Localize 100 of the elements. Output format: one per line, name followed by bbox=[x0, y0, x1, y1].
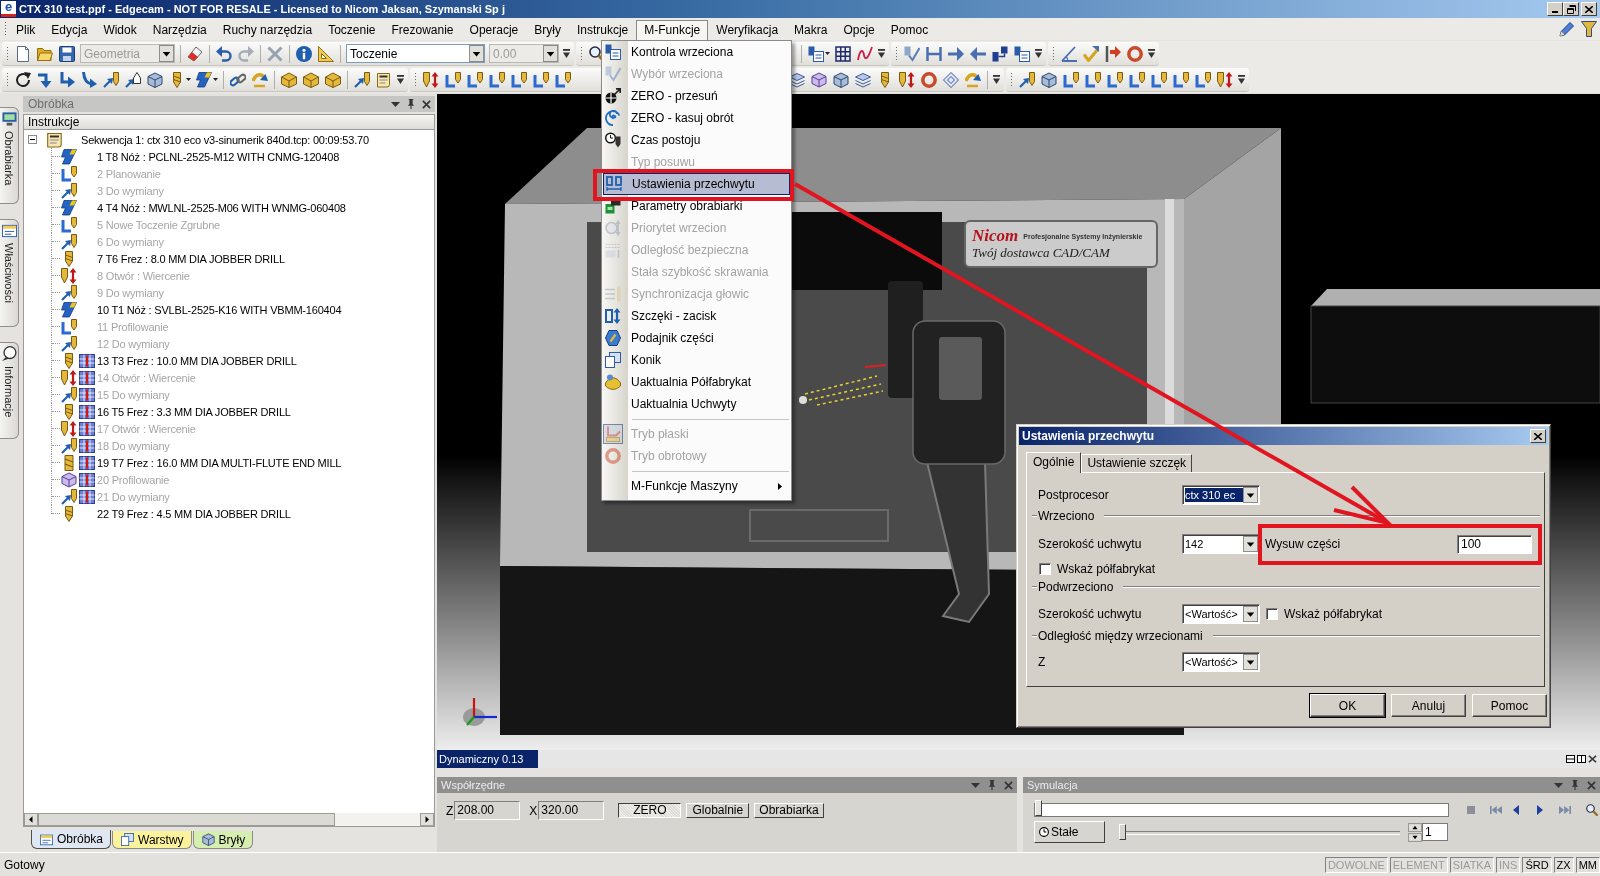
drill-arrow-icon[interactable] bbox=[354, 71, 370, 88]
house-arrow-icon[interactable] bbox=[125, 71, 141, 88]
panel-tab[interactable]: Bryły bbox=[192, 831, 254, 849]
tree-item[interactable]: 16 T5 Frez : 3.3 MM DIA JOBBER DRILL bbox=[97, 405, 291, 418]
checkbox-label[interactable]: Wskaż półfabrykat bbox=[1284, 607, 1383, 621]
pin-icon[interactable] bbox=[1571, 780, 1579, 790]
drill-arrow-icon[interactable] bbox=[103, 71, 119, 88]
layers-icon[interactable] bbox=[855, 71, 871, 88]
tree-item[interactable]: 7 T6 Frez : 8.0 MM DIA JOBBER DRILL bbox=[97, 252, 285, 265]
check-icon[interactable] bbox=[1083, 45, 1099, 62]
chevron-icon[interactable] bbox=[563, 49, 570, 58]
toggle-button[interactable]: Obrabiarka bbox=[754, 803, 824, 818]
dropdown[interactable]: ctx 310 ec bbox=[1182, 485, 1260, 505]
link-icon[interactable] bbox=[230, 71, 246, 88]
coordinate-field[interactable]: 320.00 bbox=[538, 801, 605, 820]
menu-item[interactable]: Czas postoju bbox=[603, 129, 790, 151]
previous-icon[interactable] bbox=[1513, 805, 1519, 815]
tool-path-icon[interactable] bbox=[555, 71, 571, 88]
panel-tab[interactable]: Obróbka bbox=[31, 830, 112, 849]
dropdown[interactable]: <Wartość> bbox=[1182, 652, 1260, 672]
menu-item[interactable]: Parametry obrabiarki bbox=[603, 195, 790, 217]
menu-item[interactable]: Uaktualnia Uchwyty bbox=[603, 393, 790, 415]
tab[interactable]: Ustawienie szczęk bbox=[1081, 454, 1193, 472]
document-icon[interactable] bbox=[15, 45, 31, 62]
slider-thumb[interactable] bbox=[1119, 824, 1126, 840]
chevron-icon[interactable] bbox=[878, 49, 885, 58]
tile-horizontal-icon[interactable] bbox=[1566, 755, 1575, 763]
tree-item[interactable]: Sekwencja 1: ctx 310 eco v3-sinumerik 840d.tcp: 00:09:53.70 bbox=[81, 133, 369, 146]
chevron-icon[interactable] bbox=[1238, 75, 1245, 84]
menu-bar-grip[interactable] bbox=[4, 21, 7, 37]
next-icon[interactable] bbox=[1537, 805, 1543, 815]
side-tab[interactable]: Właściwości bbox=[0, 219, 19, 327]
menu-item[interactable]: Makra bbox=[786, 20, 836, 40]
refresh-icon[interactable] bbox=[15, 71, 31, 88]
cube-icon[interactable] bbox=[281, 71, 297, 88]
checkbox[interactable] bbox=[1039, 563, 1051, 575]
menu-item[interactable]: Uaktualnia Półfabrykat bbox=[603, 371, 790, 393]
ring-icon[interactable] bbox=[1127, 45, 1143, 62]
drill-arrow-icon[interactable] bbox=[1019, 71, 1035, 88]
bent-arrow-icon[interactable] bbox=[37, 71, 53, 88]
blocks-icon[interactable] bbox=[992, 45, 1008, 62]
scrollbar-thumb[interactable] bbox=[38, 813, 335, 826]
tool-path-icon[interactable] bbox=[1151, 71, 1167, 88]
collapse-icon[interactable] bbox=[28, 135, 37, 144]
skip-start-icon[interactable] bbox=[1490, 806, 1502, 814]
turning-tool-icon[interactable] bbox=[196, 71, 212, 88]
checkbox-label[interactable]: Wskaż półfabrykat bbox=[1057, 562, 1156, 576]
tile-vertical-icon[interactable] bbox=[1577, 755, 1586, 763]
tree-item[interactable]: 22 T9 Frez : 4.5 MM DIA JOBBER DRILL bbox=[97, 507, 291, 520]
minimize-button[interactable] bbox=[1547, 2, 1563, 16]
side-tab[interactable]: Informacje bbox=[0, 342, 19, 439]
timeline-track[interactable] bbox=[1034, 803, 1449, 817]
menu-item[interactable]: Ruchy narzędzia bbox=[214, 20, 321, 40]
side-tab[interactable]: Obrabiarka bbox=[0, 107, 19, 204]
input-field[interactable]: 100 bbox=[1457, 534, 1532, 554]
right-arrow-icon[interactable] bbox=[948, 45, 964, 62]
tree-item[interactable]: 10 T1 Nóż : SVLBL-2525-K16 WITH VBMM-160404 bbox=[97, 303, 342, 316]
panel-tab[interactable]: Warstwy bbox=[112, 831, 192, 849]
menu-item[interactable]: Bryły bbox=[526, 20, 569, 40]
close-button[interactable] bbox=[1530, 429, 1546, 443]
drill-depth-icon[interactable] bbox=[1217, 71, 1233, 88]
scroll-icon[interactable] bbox=[376, 71, 392, 88]
cube-icon[interactable] bbox=[833, 71, 849, 88]
pencil-icon[interactable] bbox=[1559, 21, 1575, 37]
pin-icon[interactable] bbox=[407, 99, 415, 109]
speed-slider[interactable] bbox=[1119, 824, 1400, 840]
chevron-icon[interactable] bbox=[1148, 49, 1155, 58]
menu-item[interactable]: Podajnik części bbox=[603, 327, 790, 349]
left-arrow-icon[interactable] bbox=[970, 45, 986, 62]
undo-icon[interactable] bbox=[216, 45, 232, 62]
caret-icon[interactable] bbox=[825, 52, 830, 55]
menu-item[interactable]: Toczenie bbox=[320, 20, 384, 40]
ok-button[interactable]: OK bbox=[1310, 694, 1385, 717]
h-beam-icon[interactable] bbox=[926, 45, 942, 62]
sheet-icon[interactable] bbox=[808, 45, 824, 62]
curve-icon[interactable] bbox=[857, 45, 873, 62]
chevron-icon[interactable] bbox=[993, 75, 1000, 84]
menu-item[interactable]: Narzędzia bbox=[144, 20, 215, 40]
funnel-icon[interactable] bbox=[1581, 21, 1597, 37]
cube-icon[interactable] bbox=[811, 71, 827, 88]
menu-item[interactable]: Szczęki - zacisk bbox=[603, 305, 790, 327]
eraser-icon[interactable] bbox=[187, 45, 203, 62]
menu-item[interactable]: Operacje bbox=[461, 20, 527, 40]
horizontal-scrollbar[interactable] bbox=[38, 813, 420, 826]
tool-path-icon[interactable] bbox=[489, 71, 505, 88]
curved-arrow-icon[interactable] bbox=[252, 71, 268, 88]
menu-item[interactable]: M-Funkcje Maszyny bbox=[603, 475, 790, 497]
status-indicator[interactable]: MM bbox=[1575, 856, 1600, 873]
menu-item[interactable]: Edycja bbox=[43, 20, 96, 40]
timeline-thumb[interactable] bbox=[1035, 800, 1042, 816]
restore-button[interactable] bbox=[1563, 2, 1579, 16]
flag-arrow-icon[interactable] bbox=[1105, 45, 1121, 62]
menu-item[interactable]: Instrukcje bbox=[568, 20, 637, 40]
checkbox[interactable] bbox=[1266, 608, 1278, 620]
tool-path-icon[interactable] bbox=[1085, 71, 1101, 88]
dropdown[interactable]: 142 bbox=[1182, 534, 1260, 554]
tool-path-icon[interactable] bbox=[511, 71, 527, 88]
tree-item[interactable]: 13 T3 Frez : 10.0 MM DIA JOBBER DRILL bbox=[97, 354, 297, 367]
search-icon[interactable] bbox=[1586, 804, 1598, 816]
tree-item[interactable]: 19 T7 Frez : 16.0 MM DIA MULTI-FLUTE END MILL bbox=[97, 456, 342, 469]
